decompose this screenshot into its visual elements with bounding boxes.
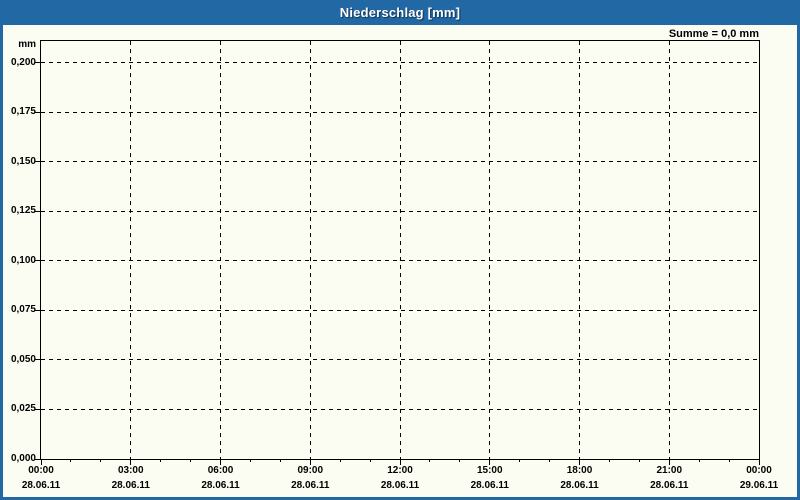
vertical-gridline	[579, 41, 580, 459]
x-axis-date-label: 28.06.11	[201, 480, 240, 491]
x-axis-minor-tick	[339, 459, 341, 462]
x-axis-time-label: 09:00	[297, 465, 324, 476]
x-axis-time-label: 00:00	[28, 465, 54, 476]
vertical-gridline	[309, 41, 311, 459]
x-axis-time-label: 00:00	[746, 465, 772, 476]
x-axis-date-label: 28.06.11	[291, 480, 330, 491]
x-axis-minor-tick	[519, 459, 521, 462]
x-axis-minor-tick	[459, 459, 461, 462]
x-axis-minor-tick	[608, 459, 610, 462]
x-axis-date-label: 28.06.11	[650, 480, 689, 491]
x-axis-minor-tick	[369, 459, 371, 462]
chart-content: Summe = 0,0 mm mm 0,200 0,175 0,150 0,125 0,…	[3, 25, 797, 497]
x-axis-minor-tick	[249, 459, 251, 462]
x-axis-date-label: 29.06.11	[739, 480, 779, 491]
x-axis-time-label: 06:00	[207, 465, 234, 476]
x-axis-minor-tick	[160, 459, 162, 462]
chart-title: Niederschlag [mm]	[339, 5, 461, 20]
y-axis-tick-label: 0,000	[10, 453, 36, 464]
x-axis-minor-tick	[429, 459, 431, 462]
x-axis-time-label: 18:00	[566, 465, 593, 476]
x-axis-minor-tick	[70, 459, 72, 462]
x-axis-minor-tick	[549, 459, 551, 462]
x-axis-minor-tick	[279, 459, 281, 462]
x-axis-time-label: 12:00	[387, 465, 413, 476]
y-axis-tick-label: 0,125	[10, 205, 36, 217]
x-axis-date-label: 28.06.11	[380, 480, 420, 491]
sum-annotation: Summe = 0,0 mm	[668, 28, 759, 40]
vertical-gridline	[489, 41, 491, 459]
y-axis-tick-label: 0,150	[10, 155, 36, 167]
chart-title-bar: Niederschlag [mm]	[0, 0, 800, 25]
vertical-gridline	[668, 41, 670, 459]
vertical-gridline	[130, 41, 132, 459]
y-axis-tick-label: 0,050	[10, 353, 36, 365]
x-axis-minor-tick	[728, 459, 730, 462]
x-axis-time-label: 03:00	[117, 465, 144, 476]
y-axis-tick-label: 0,175	[10, 106, 36, 118]
x-axis-minor-tick	[698, 459, 700, 462]
y-axis-unit-label: mm	[18, 39, 36, 50]
x-axis-date-label: 28.06.11	[111, 480, 150, 491]
vertical-gridline	[399, 41, 401, 459]
x-axis-date-label: 28.06.11	[560, 480, 599, 491]
plot-area: mm 0,200 0,175 0,150 0,125 0,100 0,075 0,050 0,…	[11, 39, 778, 491]
y-axis-tick-label: 0,025	[10, 403, 36, 415]
y-axis-tick-label: 0,200	[10, 56, 36, 68]
x-axis-minor-tick	[100, 459, 102, 462]
y-axis-tick-label: 0,100	[10, 254, 36, 266]
x-axis-date-label: 28.06.11	[21, 480, 61, 491]
x-axis-minor-tick	[638, 459, 640, 462]
x-axis-time-label: 21:00	[656, 465, 683, 476]
y-axis-tick-label: 0,075	[10, 304, 36, 316]
vertical-gridline	[220, 41, 221, 459]
chart-window: Niederschlag [mm] Summe = 0,0 mm mm 0,20…	[0, 0, 800, 500]
x-axis-date-label: 28.06.11	[470, 480, 509, 491]
x-axis-minor-tick	[190, 459, 192, 462]
x-axis-time-label: 15:00	[476, 465, 503, 476]
